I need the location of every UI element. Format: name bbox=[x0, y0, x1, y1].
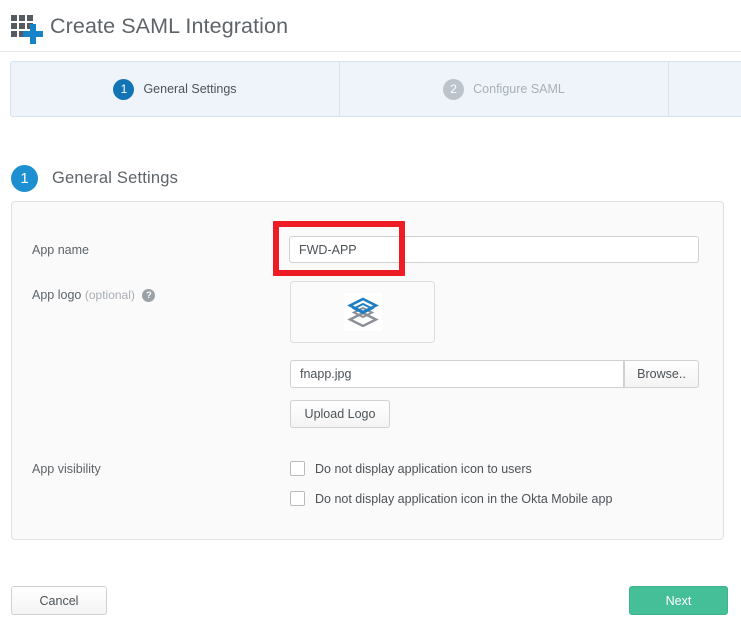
cancel-button[interactable]: Cancel bbox=[11, 586, 107, 615]
section-number-badge: 1 bbox=[11, 165, 38, 192]
logo-file-name-field[interactable]: fnapp.jpg bbox=[290, 360, 624, 388]
step-number-badge-2: 2 bbox=[443, 78, 465, 100]
checkbox-hide-icon-okta-mobile[interactable] bbox=[290, 491, 305, 506]
logo-file-row: fnapp.jpg Browse.. bbox=[290, 360, 699, 388]
next-button[interactable]: Next bbox=[629, 586, 728, 615]
app-logo-optional-text: (optional) bbox=[84, 288, 135, 302]
wizard-stepper: 1 General Settings 2 Configure SAML bbox=[10, 61, 741, 117]
step-tab-configure-saml[interactable]: 2 Configure SAML bbox=[340, 62, 669, 116]
section-title: General Settings bbox=[52, 169, 179, 187]
step-number-badge-1: 1 bbox=[113, 78, 135, 100]
step-tab-general-settings[interactable]: 1 General Settings bbox=[11, 62, 340, 116]
checkbox-label-hide-icon-okta-mobile: Do not display application icon in the O… bbox=[315, 491, 613, 506]
step-tab-third[interactable] bbox=[669, 62, 741, 116]
app-logo-preview bbox=[290, 281, 435, 343]
browse-button[interactable]: Browse.. bbox=[624, 360, 699, 388]
app-add-icon bbox=[10, 10, 44, 44]
page-header: Create SAML Integration bbox=[0, 0, 741, 52]
app-logo-label-text: App logo bbox=[32, 288, 82, 302]
section-heading: 1 General Settings bbox=[11, 165, 178, 192]
visibility-option-row-1: Do not display application icon to users bbox=[290, 461, 532, 476]
visibility-option-row-2: Do not display application icon in the O… bbox=[290, 491, 612, 506]
checkbox-hide-icon-from-users[interactable] bbox=[290, 461, 305, 476]
create-saml-integration-page: Create SAML Integration 1 General Settin… bbox=[0, 0, 741, 623]
app-visibility-label: App visibility bbox=[32, 462, 101, 476]
app-name-input[interactable] bbox=[289, 236, 699, 263]
header-divider bbox=[0, 51, 741, 52]
app-name-label: App name bbox=[32, 243, 89, 257]
layers-logo-icon bbox=[343, 293, 382, 331]
question-mark-icon[interactable]: ? bbox=[142, 289, 156, 302]
step-label-2: Configure SAML bbox=[473, 82, 565, 96]
app-logo-label: App logo (optional) ? bbox=[32, 288, 156, 302]
page-title: Create SAML Integration bbox=[50, 13, 289, 38]
checkbox-label-hide-icon-from-users: Do not display application icon to users bbox=[315, 461, 532, 476]
step-label-1: General Settings bbox=[143, 82, 237, 96]
plus-glyph bbox=[23, 24, 43, 44]
upload-logo-button[interactable]: Upload Logo bbox=[290, 400, 390, 428]
